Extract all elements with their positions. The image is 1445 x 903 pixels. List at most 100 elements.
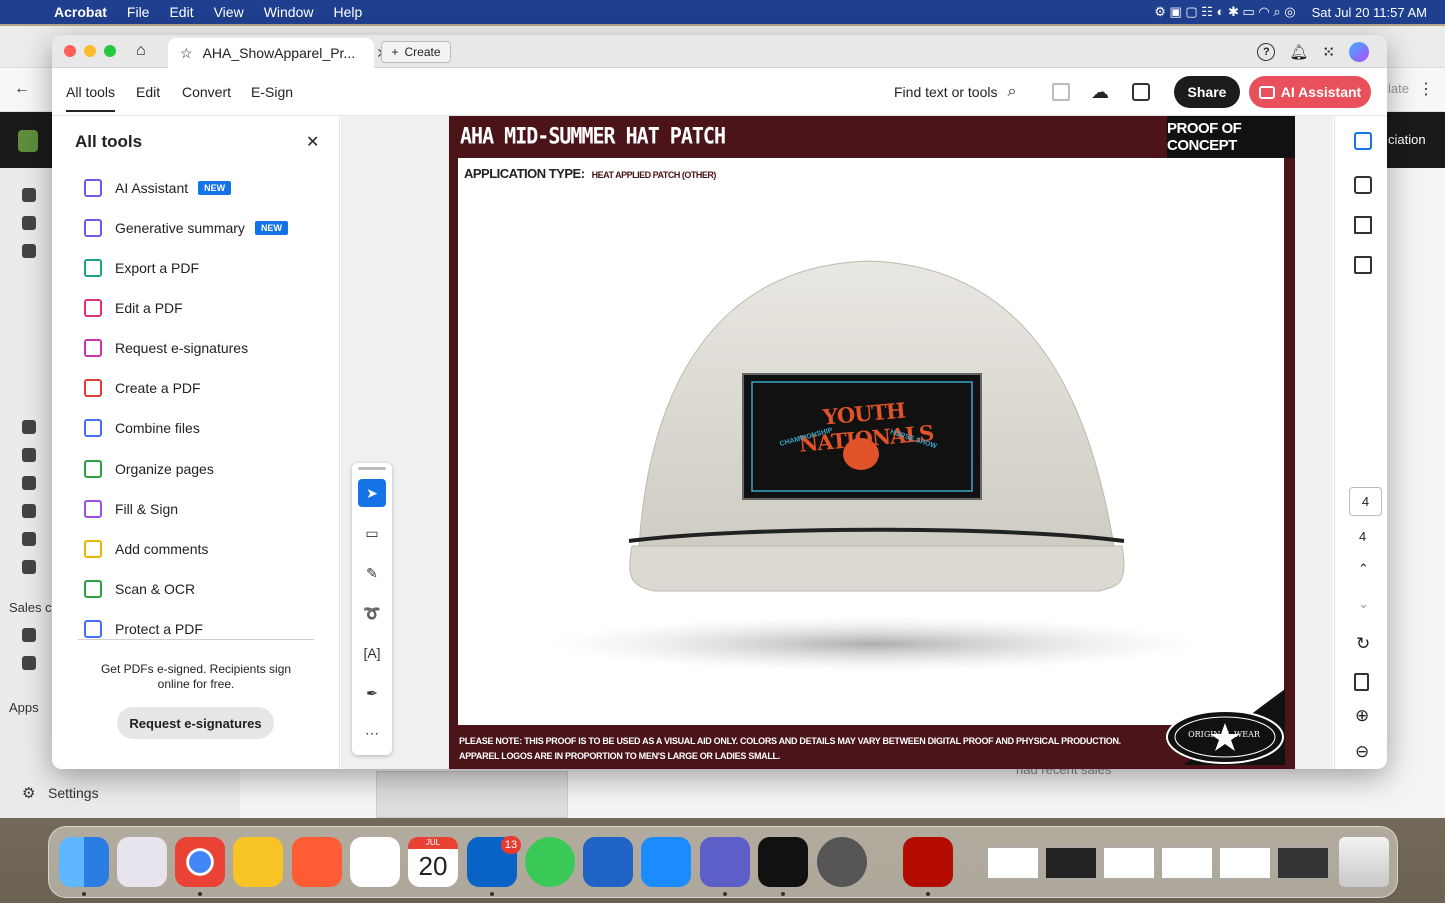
acrobat-icon[interactable] — [903, 837, 953, 887]
edit-pdf-icon — [84, 299, 102, 317]
share-button[interactable]: Share — [1174, 76, 1240, 108]
tool-ai-assistant[interactable]: AI Assistant NEW — [84, 176, 232, 200]
content-icon[interactable] — [22, 448, 36, 462]
rotate-icon[interactable]: ↻ — [1356, 634, 1370, 654]
avatar[interactable] — [1349, 42, 1369, 62]
settings-gear-icon[interactable]: ⚙ — [22, 784, 35, 802]
customers-icon[interactable] — [22, 420, 36, 434]
add-comment-icon[interactable]: ▭ — [358, 519, 386, 547]
drag-handle[interactable] — [358, 467, 386, 470]
ai-assistant-rail-icon[interactable] — [1354, 132, 1372, 150]
capcut-icon[interactable] — [758, 837, 808, 887]
asana-icon[interactable] — [350, 837, 400, 887]
tool-edit-pdf[interactable]: Edit a PDF — [84, 296, 183, 320]
products-icon[interactable] — [22, 244, 36, 258]
status-icons[interactable]: ⚙ ▣ ▢ ☷ ◐ ✱ ▭ ◠ ⌕ ◎ — [1154, 4, 1295, 20]
tool-request-esignatures[interactable]: Request e-signatures — [84, 336, 248, 360]
back-arrow-icon[interactable]: ← — [14, 80, 30, 98]
hubspot-icon[interactable] — [292, 837, 342, 887]
menu-view[interactable]: View — [214, 4, 244, 20]
trash-icon[interactable] — [1339, 837, 1389, 887]
upload-cloud-icon[interactable]: ☁ — [1091, 83, 1109, 101]
highlight-pen-icon[interactable]: ✎ — [358, 559, 386, 587]
close-window-button[interactable] — [64, 45, 76, 57]
menu-app[interactable]: Acrobat — [54, 4, 107, 20]
tool-add-comments[interactable]: Add comments — [84, 537, 208, 561]
tab-edit[interactable]: Edit — [136, 84, 160, 100]
clock[interactable]: Sat Jul 20 11:57 AM — [1312, 5, 1427, 20]
minimized-window-3[interactable] — [1103, 847, 1155, 879]
calendar-icon[interactable]: JUL 20 — [408, 837, 458, 887]
tab-esign[interactable]: E-Sign — [251, 84, 293, 100]
finance-icon[interactable] — [22, 476, 36, 490]
ai-assistant-button[interactable]: AI Assistant — [1249, 76, 1371, 108]
tool-export-pdf[interactable]: Export a PDF — [84, 256, 199, 280]
draw-lasso-icon[interactable]: ➰ — [358, 599, 386, 627]
marketing-icon[interactable] — [22, 532, 36, 546]
tool-scan-ocr[interactable]: Scan & OCR — [84, 577, 195, 601]
create-button[interactable]: + Create — [381, 41, 451, 63]
tool-fill-sign[interactable]: Fill & Sign — [84, 497, 178, 521]
messages-icon[interactable] — [525, 837, 575, 887]
minimized-window-4[interactable] — [1161, 847, 1213, 879]
notes-app-icon[interactable] — [233, 837, 283, 887]
next-page-icon[interactable]: ⌄ — [1358, 596, 1369, 612]
home-icon[interactable]: ⌂ — [136, 42, 146, 60]
launchpad-icon[interactable] — [117, 837, 167, 887]
shop-icon[interactable] — [22, 656, 36, 670]
page-thumbnails-icon[interactable] — [1354, 256, 1372, 274]
tool-combine-files[interactable]: Combine files — [84, 416, 200, 440]
text-select-icon[interactable]: [A] — [358, 639, 386, 667]
menu-window[interactable]: Window — [264, 4, 314, 20]
tool-create-pdf[interactable]: Create a PDF — [84, 376, 201, 400]
menu-help[interactable]: Help — [333, 4, 362, 20]
zoom-window-button[interactable] — [104, 45, 116, 57]
minimized-window-2[interactable] — [1045, 847, 1097, 879]
close-panel-icon[interactable]: ✕ — [306, 132, 319, 152]
save-icon[interactable] — [1052, 83, 1070, 101]
previous-page-icon[interactable]: ⌃ — [1358, 561, 1369, 577]
bookmarks-icon[interactable] — [1354, 216, 1372, 234]
tab-all-tools[interactable]: All tools — [66, 84, 116, 112]
star-icon[interactable]: ☆ — [180, 45, 193, 62]
zoom-out-icon[interactable]: ⊖ — [1355, 742, 1369, 762]
forticlient-icon[interactable] — [583, 837, 633, 887]
request-esignatures-button[interactable]: Request e-signatures — [117, 707, 274, 739]
help-icon[interactable]: ? — [1257, 43, 1276, 61]
tool-organize-pages[interactable]: Organize pages — [84, 457, 214, 481]
system-settings-icon[interactable] — [817, 837, 867, 887]
menu-edit[interactable]: Edit — [169, 4, 193, 20]
minimized-window-1[interactable] — [987, 847, 1039, 879]
page-fit-icon[interactable] — [1354, 673, 1369, 691]
find-tools[interactable]: Find text or tools ⌕ — [894, 83, 1016, 101]
minimized-window-6[interactable] — [1277, 847, 1329, 879]
discounts-icon[interactable] — [22, 560, 36, 574]
document-tab[interactable]: ☆ AHA_ShowApparel_Pr... ✕ — [168, 38, 388, 68]
home-icon[interactable] — [22, 188, 36, 202]
comments-icon[interactable] — [1354, 176, 1372, 194]
right-rail: 4 4 ⌃ ⌄ ↻ ⊕ ⊖ — [1334, 116, 1387, 769]
teams-icon[interactable] — [700, 837, 750, 887]
settings-label[interactable]: Settings — [48, 785, 99, 801]
print-icon[interactable] — [1132, 83, 1150, 101]
minimized-window-5[interactable] — [1219, 847, 1271, 879]
finder-icon[interactable] — [59, 837, 109, 887]
sign-pen-icon[interactable]: ✒ — [358, 679, 386, 707]
chrome-icon[interactable] — [175, 837, 225, 887]
zoom-in-icon[interactable]: ⊕ — [1355, 706, 1369, 726]
tab-convert[interactable]: Convert — [182, 84, 231, 100]
app-store-icon[interactable] — [641, 837, 691, 887]
tool-protect-pdf[interactable]: Protect a PDF — [84, 617, 203, 641]
menu-file[interactable]: File — [127, 4, 150, 20]
analytics-icon[interactable] — [22, 504, 36, 518]
apps-grid-icon[interactable]: ⁙ — [1322, 43, 1335, 61]
tool-generative-summary[interactable]: Generative summary NEW — [84, 216, 288, 240]
select-cursor-icon[interactable]: ➤ — [358, 479, 386, 507]
more-tools-icon[interactable]: ⋯ — [358, 719, 386, 747]
more-icon[interactable]: ⋮ — [1418, 79, 1434, 99]
minimize-window-button[interactable] — [84, 45, 96, 57]
orders-icon[interactable] — [22, 216, 36, 230]
page-number-input[interactable]: 4 — [1349, 487, 1382, 516]
pos-icon[interactable] — [22, 628, 36, 642]
notification-bell-icon[interactable]: 🔔︎ — [1289, 43, 1308, 61]
